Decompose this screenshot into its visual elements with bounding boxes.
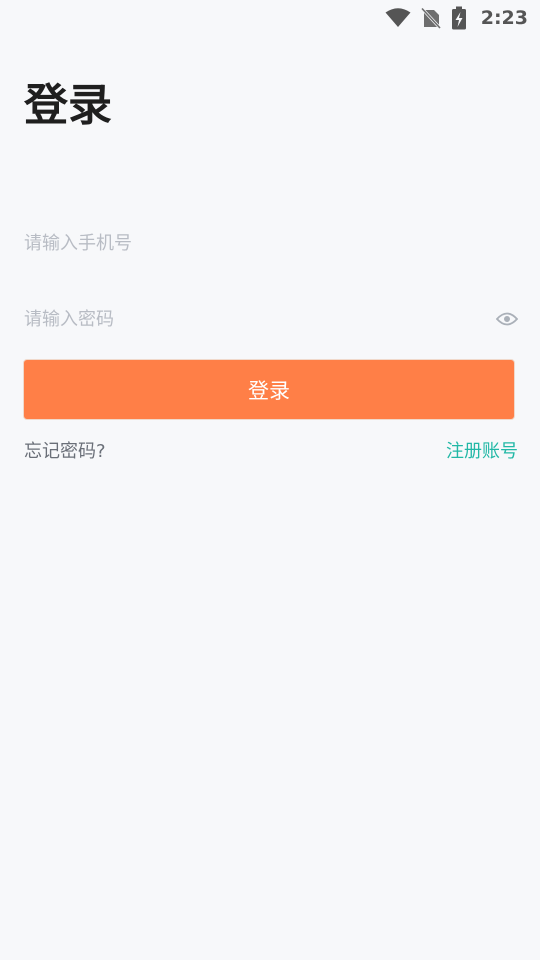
no-sim-icon <box>420 7 441 29</box>
phone-input[interactable] <box>24 221 518 265</box>
forgot-password-link[interactable]: 忘记密码? <box>24 438 106 466</box>
login-button[interactable]: 登录 <box>23 359 515 420</box>
wifi-icon <box>385 8 411 28</box>
status-icons: 2:23 <box>385 4 528 32</box>
register-account-link[interactable]: 注册账号 <box>446 438 518 466</box>
phone-field <box>24 221 518 265</box>
page-title: 登录 <box>24 80 112 131</box>
password-field <box>24 297 518 341</box>
eye-icon[interactable] <box>496 308 518 330</box>
status-time: 2:23 <box>480 7 528 29</box>
status-bar: 2:23 <box>0 0 540 36</box>
battery-charging-icon <box>451 6 467 30</box>
password-input[interactable] <box>24 297 496 341</box>
